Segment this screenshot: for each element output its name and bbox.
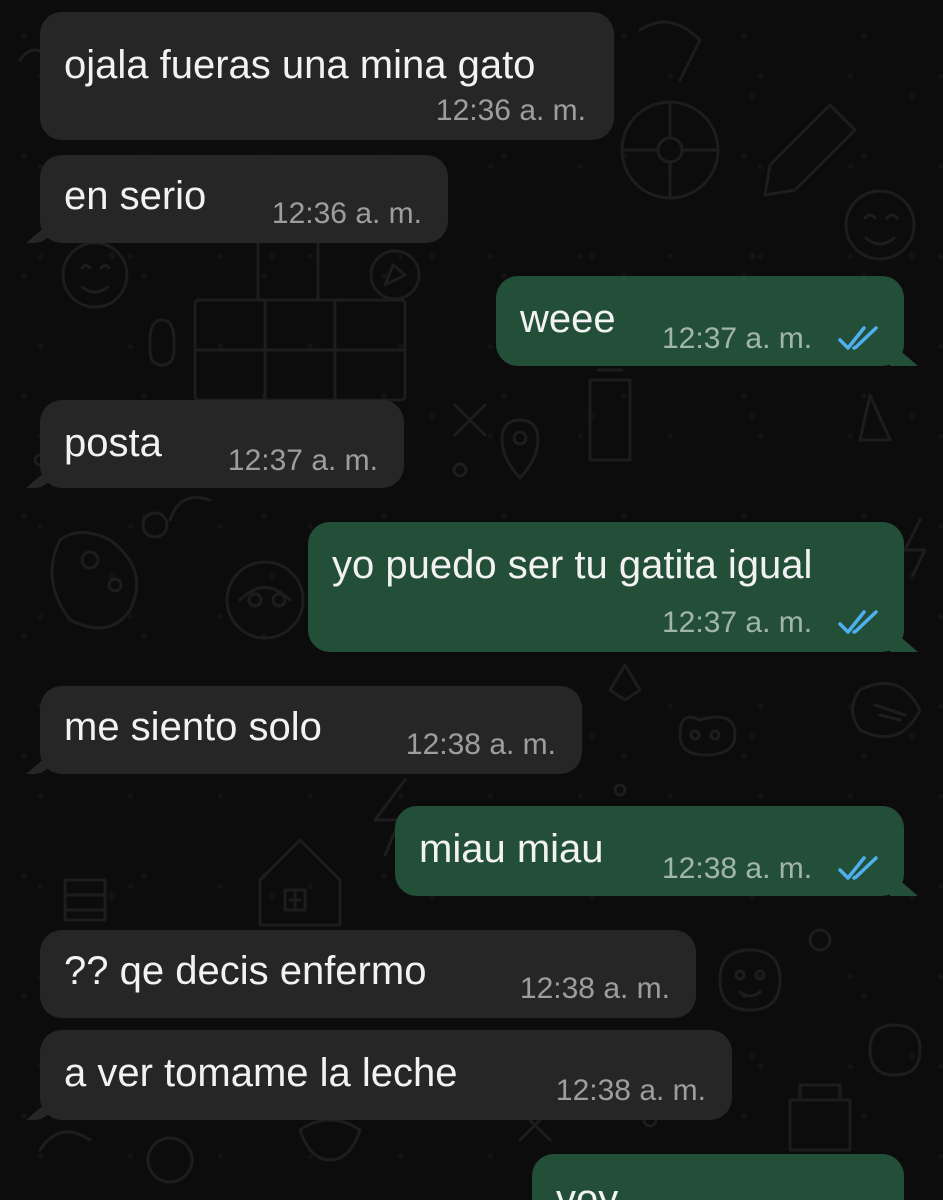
read-double-check-icon bbox=[838, 326, 878, 350]
message-timestamp: 12:38 a. m. bbox=[405, 728, 556, 761]
message-text: miau miau bbox=[419, 827, 604, 871]
message-incoming[interactable]: ?? qe decis enfermo 12:38 a. m. bbox=[40, 930, 696, 1018]
message-text: posta bbox=[64, 421, 162, 465]
message-incoming[interactable]: posta 12:37 a. m. bbox=[40, 400, 404, 488]
message-incoming[interactable]: me siento solo 12:38 a. m. bbox=[40, 686, 582, 774]
message-timestamp: 12:36 a. m. bbox=[271, 197, 422, 230]
message-timestamp: 12:37 a. m. bbox=[227, 444, 378, 477]
message-outgoing[interactable]: miau miau 12:38 a. m. bbox=[395, 806, 904, 896]
message-text: me siento solo bbox=[64, 705, 322, 749]
message-outgoing[interactable]: voy bbox=[532, 1154, 904, 1200]
message-text: yo puedo ser tu gatita igual bbox=[332, 543, 813, 587]
chat-window: ojala fueras una mina gato 12:36 a. m. e… bbox=[0, 0, 943, 1200]
message-text: weee bbox=[520, 297, 616, 341]
message-text: ?? qe decis enfermo bbox=[64, 949, 427, 993]
read-double-check-icon bbox=[838, 610, 878, 634]
message-incoming[interactable]: ojala fueras una mina gato 12:36 a. m. bbox=[40, 12, 614, 140]
message-text: voy bbox=[556, 1177, 619, 1200]
message-timestamp: 12:38 a. m. bbox=[519, 972, 670, 1005]
read-double-check-icon bbox=[838, 856, 878, 880]
message-incoming[interactable]: en serio 12:36 a. m. bbox=[40, 155, 448, 243]
message-incoming[interactable]: a ver tomame la leche 12:38 a. m. bbox=[40, 1030, 732, 1120]
message-timestamp: 12:37 a. m. bbox=[662, 322, 813, 355]
message-outgoing[interactable]: weee 12:37 a. m. bbox=[496, 276, 904, 366]
message-timestamp: 12:38 a. m. bbox=[555, 1074, 706, 1107]
message-timestamp: 12:36 a. m. bbox=[435, 94, 586, 127]
message-timestamp: 12:37 a. m. bbox=[662, 606, 813, 639]
message-outgoing[interactable]: yo puedo ser tu gatita igual 12:37 a. m. bbox=[308, 522, 904, 652]
message-text: en serio bbox=[64, 174, 207, 218]
message-timestamp: 12:38 a. m. bbox=[662, 852, 813, 885]
message-text: ojala fueras una mina gato bbox=[64, 43, 536, 87]
message-text: a ver tomame la leche bbox=[64, 1051, 458, 1095]
